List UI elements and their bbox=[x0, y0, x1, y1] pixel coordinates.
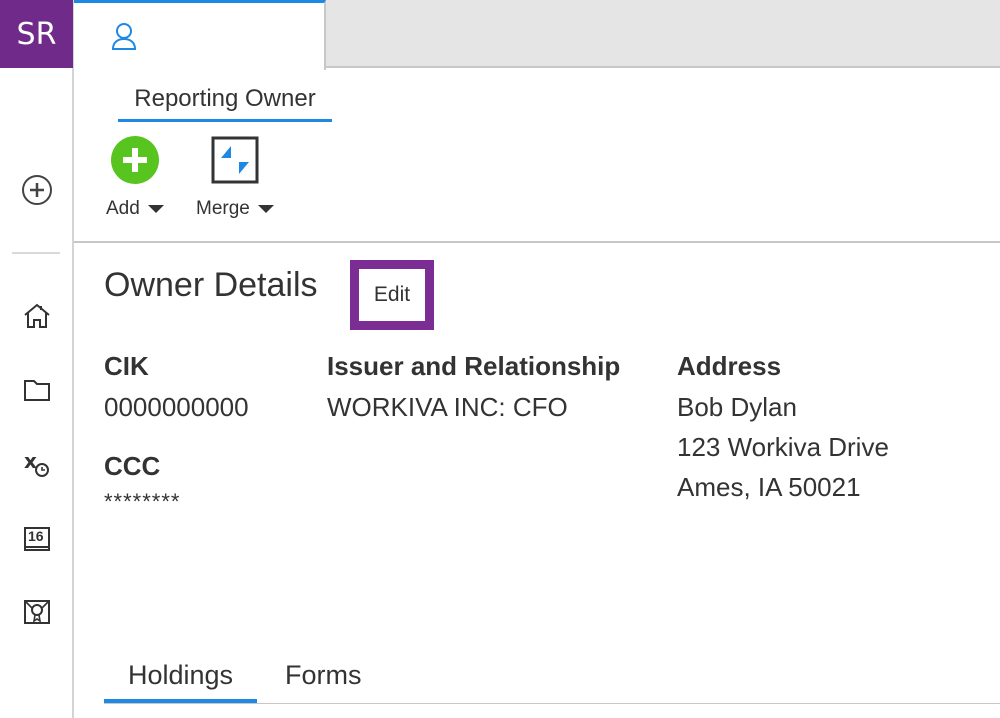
tab-forms[interactable]: Forms bbox=[285, 660, 362, 691]
edit-label: Edit bbox=[373, 283, 411, 306]
merge-button[interactable]: Merge bbox=[196, 135, 274, 220]
owner-details-title: Owner Details bbox=[104, 266, 318, 304]
tabs-rule bbox=[104, 703, 1000, 704]
calendar-icon[interactable]: 16 bbox=[17, 518, 57, 558]
address-label: Address bbox=[677, 351, 782, 381]
address-line-street: 123 Workiva Drive bbox=[677, 432, 889, 462]
tab-holdings[interactable]: Holdings bbox=[104, 660, 258, 704]
tasks-icon[interactable]: x bbox=[17, 444, 57, 484]
chevron-down-icon bbox=[257, 205, 274, 213]
chevron-down-icon bbox=[147, 205, 164, 213]
add-circle-icon bbox=[110, 135, 160, 190]
ccc-value: ******** bbox=[104, 489, 181, 514]
address-line-city: Ames, IA 50021 bbox=[677, 472, 861, 502]
owner-tab[interactable] bbox=[74, 0, 326, 70]
certificate-icon[interactable] bbox=[17, 592, 57, 632]
cik-label: CIK bbox=[104, 351, 149, 381]
issuer-label: Issuer and Relationship bbox=[327, 351, 621, 381]
home-icon[interactable] bbox=[17, 296, 57, 336]
cik-value: 0000000000 bbox=[104, 392, 249, 422]
user-icon bbox=[110, 21, 138, 56]
ribbon-tab-reporting-owner[interactable]: Reporting Owner bbox=[118, 78, 332, 122]
address-line-name: Bob Dylan bbox=[677, 392, 797, 422]
merge-icon bbox=[210, 135, 260, 190]
folder-icon[interactable] bbox=[17, 370, 57, 410]
left-rail: SR x 16 bbox=[0, 0, 74, 718]
calendar-day: 16 bbox=[28, 528, 44, 544]
user-avatar[interactable]: SR bbox=[0, 0, 73, 68]
merge-label: Merge bbox=[196, 198, 274, 220]
create-icon[interactable] bbox=[17, 170, 57, 210]
add-button[interactable]: Add bbox=[106, 135, 164, 220]
issuer-value: WORKIVA INC: CFO bbox=[327, 392, 568, 422]
ribbon-divider bbox=[74, 241, 1000, 243]
edit-button[interactable]: Edit bbox=[350, 260, 434, 330]
add-label: Add bbox=[106, 198, 164, 220]
ccc-label: CCC bbox=[104, 451, 161, 481]
rail-separator bbox=[12, 252, 60, 254]
